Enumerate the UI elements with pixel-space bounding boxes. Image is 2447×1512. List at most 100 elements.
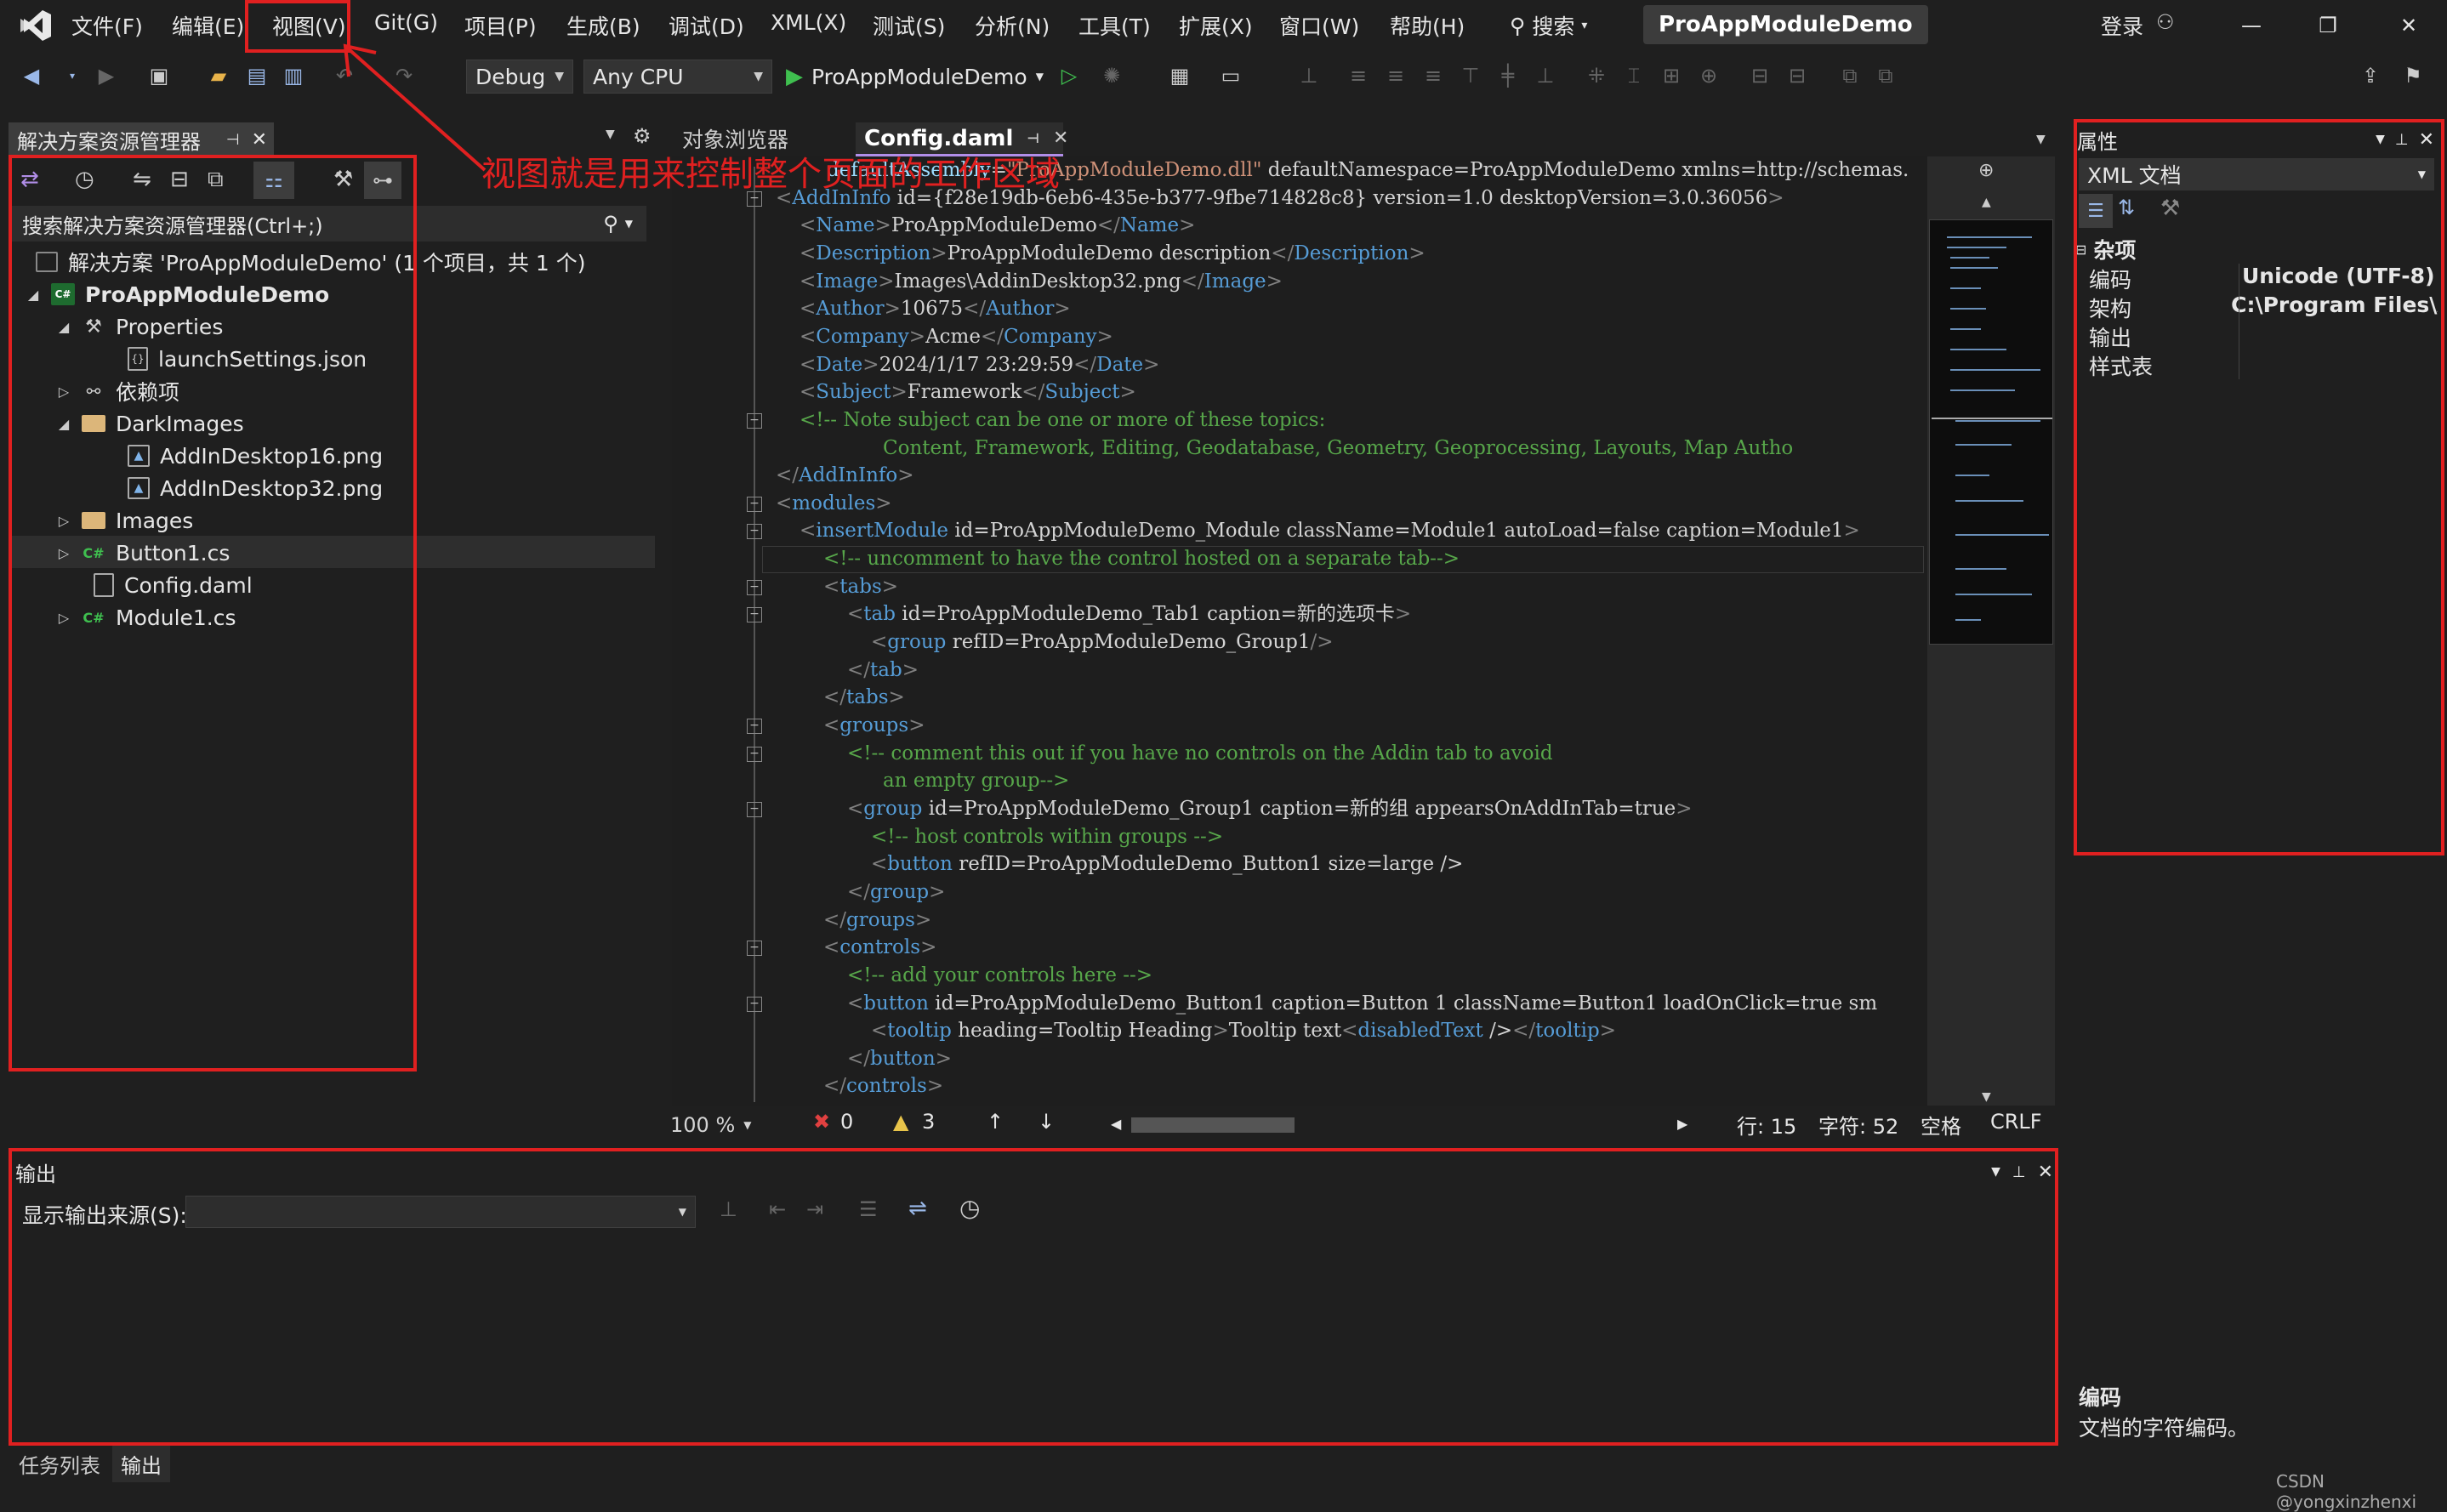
fold-toggle-icon[interactable]: − [747,996,762,1012]
code-line[interactable]: an empty group--> [883,767,1069,794]
align-top-icon[interactable]: ⊤ [1456,61,1485,90]
align-middle-icon[interactable]: ╪ [1494,61,1522,90]
warning-icon[interactable]: ▲ [893,1110,908,1134]
error-icon[interactable]: ✖ [813,1110,830,1134]
browse-icon[interactable]: ▦ [1165,61,1194,90]
previous-issue-icon[interactable]: ↑ [987,1110,1004,1134]
pin-icon[interactable]: ⊣ [226,131,240,149]
code-line[interactable]: <Image>Images\AddinDesktop32.png</Image> [800,268,1283,295]
code-line[interactable]: <Company>Acme</Company> [800,323,1113,350]
split-icon[interactable]: ⊕ [1978,160,1994,181]
code-area[interactable]: defaultAssembly="ProAppModuleDemo.dll" d… [776,156,1924,1102]
minimize-icon[interactable]: — [2228,7,2274,44]
group-icon[interactable]: ⧉ [1871,61,1900,90]
share-icon[interactable]: ⇪ [2356,61,2385,90]
scroll-up-icon[interactable]: ▲ [1982,196,1991,209]
fold-toggle-icon[interactable]: − [747,801,762,817]
warning-count[interactable]: 3 [922,1110,935,1134]
spacing-icon[interactable]: ⁜ [1582,61,1611,90]
line-indicator[interactable]: 行: 15 [1737,1110,1796,1140]
code-line[interactable]: <controls> [823,934,936,961]
center-h-icon[interactable]: ⊟ [1745,61,1774,90]
open-folder-icon[interactable]: ▰ [204,61,233,90]
dropdown-arrow-icon[interactable]: ▾ [58,61,87,90]
tab-output[interactable]: 输出 [112,1446,170,1482]
fold-toggle-icon[interactable]: − [747,607,762,623]
code-line[interactable]: <Subject>Framework</Subject> [800,378,1136,406]
menu-git[interactable]: Git(G) [374,10,438,35]
code-line[interactable]: <tabs> [823,573,898,600]
align-bottom-icon[interactable]: ⊥ [1531,61,1560,90]
code-line[interactable]: <!-- add your controls here --> [847,962,1152,989]
code-line[interactable]: <!-- uncomment to have the control hoste… [823,545,1460,572]
restore-icon[interactable]: ❐ [2305,7,2351,44]
code-line[interactable]: <group id=ProAppModuleDemo_Group1 captio… [847,795,1693,822]
login-link[interactable]: 登录 [2101,10,2143,41]
back-icon[interactable]: ◀ [17,61,46,90]
code-line[interactable]: <groups> [823,712,925,739]
solution-explorer-tab[interactable]: 解决方案资源管理器 ⊣ ✕ [9,122,274,156]
code-line[interactable]: <Name>ProAppModuleDemo</Name> [800,212,1195,239]
code-line[interactable]: <Date>2024/1/17 23:29:59</Date> [800,351,1159,378]
center-v-icon[interactable]: ⊟ [1783,61,1812,90]
code-line[interactable]: <!-- comment this out if you have no con… [847,740,1553,767]
vertical-spacing-icon[interactable]: ⌶ [1619,61,1648,90]
code-line[interactable]: <!-- host controls within groups --> [871,823,1223,850]
gear-icon[interactable]: ⚙ [633,124,652,148]
chevron-down-icon[interactable]: ▼ [606,128,615,141]
new-project-icon[interactable]: ▣ [145,61,174,90]
menu-analyze[interactable]: 分析(N) [975,10,1050,41]
code-line[interactable]: </tab> [847,657,919,684]
fold-toggle-icon[interactable]: − [747,719,762,734]
close-window-icon[interactable]: ✕ [2386,7,2432,44]
code-line[interactable]: <!-- Note subject can be one or more of … [800,406,1325,434]
menu-edit[interactable]: 编辑(E) [172,10,244,41]
error-count[interactable]: 0 [840,1110,853,1134]
scroll-left-icon[interactable]: ◀ [1111,1116,1121,1132]
code-line[interactable]: <group refID=ProAppModuleDemo_Group1/> [871,628,1334,656]
start-without-debugging-icon[interactable]: ▷ [1055,61,1084,90]
code-line[interactable]: <insertModule id=ProAppModuleDemo_Module… [800,517,1860,544]
code-line[interactable]: <button refID=ProAppModuleDemo_Button1 s… [871,850,1463,878]
align-center-icon[interactable]: ≡ [1381,61,1410,90]
menu-extensions[interactable]: 扩展(X) [1179,10,1253,41]
code-line[interactable]: Content, Framework, Editing, Geodatabase… [883,435,1793,462]
code-line[interactable]: <button id=ProAppModuleDemo_Button1 capt… [847,990,1877,1017]
code-line[interactable]: </insertModule> [800,1100,971,1102]
search-button[interactable]: ⚲ 搜索 ▾ [1510,9,1587,43]
fold-toggle-icon[interactable]: − [747,524,762,540]
menu-xml[interactable]: XML(X) [771,10,846,35]
menu-tools[interactable]: 工具(T) [1078,10,1151,41]
code-line[interactable]: </groups> [823,907,931,934]
menu-debug[interactable]: 调试(D) [669,10,744,41]
code-line[interactable]: </controls> [823,1072,943,1100]
zoom-select[interactable]: 100 % ▼ [670,1111,767,1140]
menu-test[interactable]: 测试(S) [873,10,945,41]
pin-icon[interactable]: ⊥ [1295,61,1323,90]
code-line[interactable]: <tab id=ProAppModuleDemo_Tab1 caption=新的… [847,600,1411,628]
menu-window[interactable]: 窗口(W) [1279,10,1359,41]
fold-toggle-icon[interactable]: − [747,746,762,762]
platform-select[interactable]: Any CPU ▼ [583,60,772,94]
chevron-down-icon[interactable]: ▼ [2036,133,2046,146]
menu-build[interactable]: 生成(B) [566,10,640,41]
menu-project[interactable]: 项目(P) [464,10,537,41]
line-ending-indicator[interactable]: CRLF [1990,1110,2042,1134]
save-icon[interactable]: ▤ [242,61,271,90]
save-all-icon[interactable]: ▥ [279,61,308,90]
order-icon[interactable]: ⧉ [1835,61,1864,90]
feedback-icon[interactable]: ⚑ [2399,61,2427,90]
menu-help[interactable]: 帮助(H) [1390,10,1465,41]
next-issue-icon[interactable]: ↓ [1038,1110,1055,1134]
scroll-down-icon[interactable]: ▼ [1982,1090,1991,1104]
forward-icon[interactable]: ▶ [92,61,121,90]
tab-task-list[interactable]: 任务列表 [19,1449,100,1479]
horizontal-scroll-thumb[interactable] [1131,1117,1295,1133]
zoom-icon[interactable]: ⊕ [1694,61,1723,90]
minimap-viewport[interactable] [1929,219,2053,645]
layout-icon[interactable]: ▭ [1216,61,1245,90]
code-line[interactable]: </AddInInfo> [776,462,914,489]
code-line[interactable]: </group> [847,878,945,906]
char-indicator[interactable]: 字符: 52 [1818,1110,1898,1140]
code-line[interactable]: <tooltip heading=Tooltip Heading>Tooltip… [871,1017,1616,1044]
